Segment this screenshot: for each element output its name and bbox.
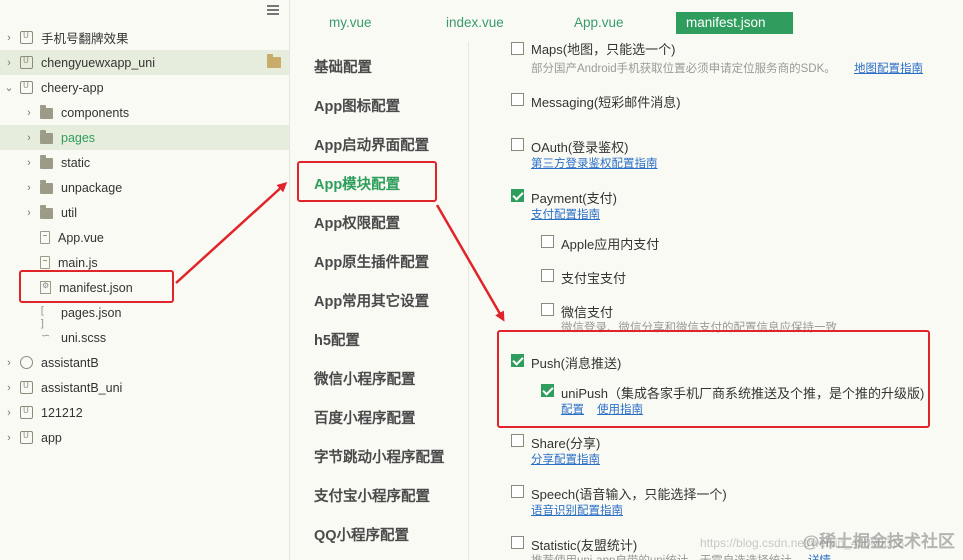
annotation-arrows xyxy=(175,181,505,322)
site-watermark: @稀土掘金技术社区 xyxy=(802,532,955,551)
arrow-to-modules xyxy=(175,181,288,284)
arrow-to-push xyxy=(435,204,505,322)
